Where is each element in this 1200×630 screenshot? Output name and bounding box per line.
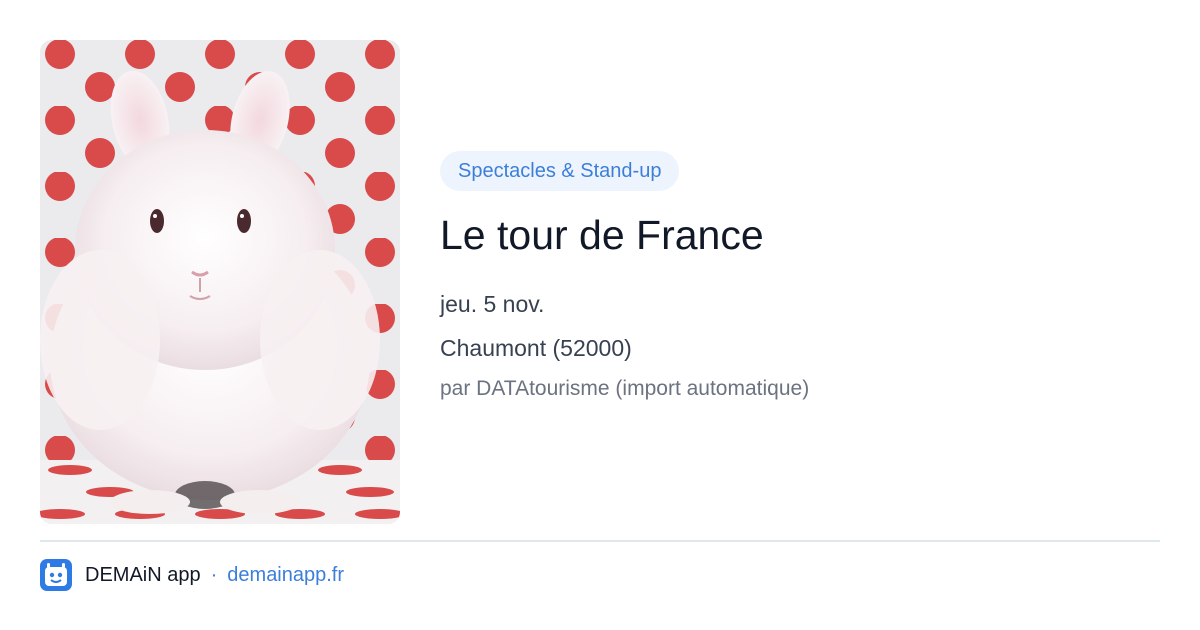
demain-app-logo-icon xyxy=(40,559,72,591)
category-badge[interactable]: Spectacles & Stand-up xyxy=(440,151,680,191)
app-url-link[interactable]: demainapp.fr xyxy=(227,564,344,587)
rabbit-photo xyxy=(40,40,400,524)
footer: DEMAiN app · demainapp.fr xyxy=(40,558,344,592)
event-image xyxy=(40,40,400,524)
event-info: Spectacles & Stand-up Le tour de France … xyxy=(440,151,1160,403)
footer-separator: · xyxy=(210,563,218,586)
event-title: Le tour de France xyxy=(440,212,764,258)
app-name: DEMAiN app xyxy=(85,563,201,586)
event-source: par DATAtourisme (import automatique) xyxy=(440,377,810,400)
event-date: jeu. 5 nov. xyxy=(440,291,545,317)
event-location: Chaumont (52000) xyxy=(440,335,632,361)
footer-divider xyxy=(40,540,1160,542)
